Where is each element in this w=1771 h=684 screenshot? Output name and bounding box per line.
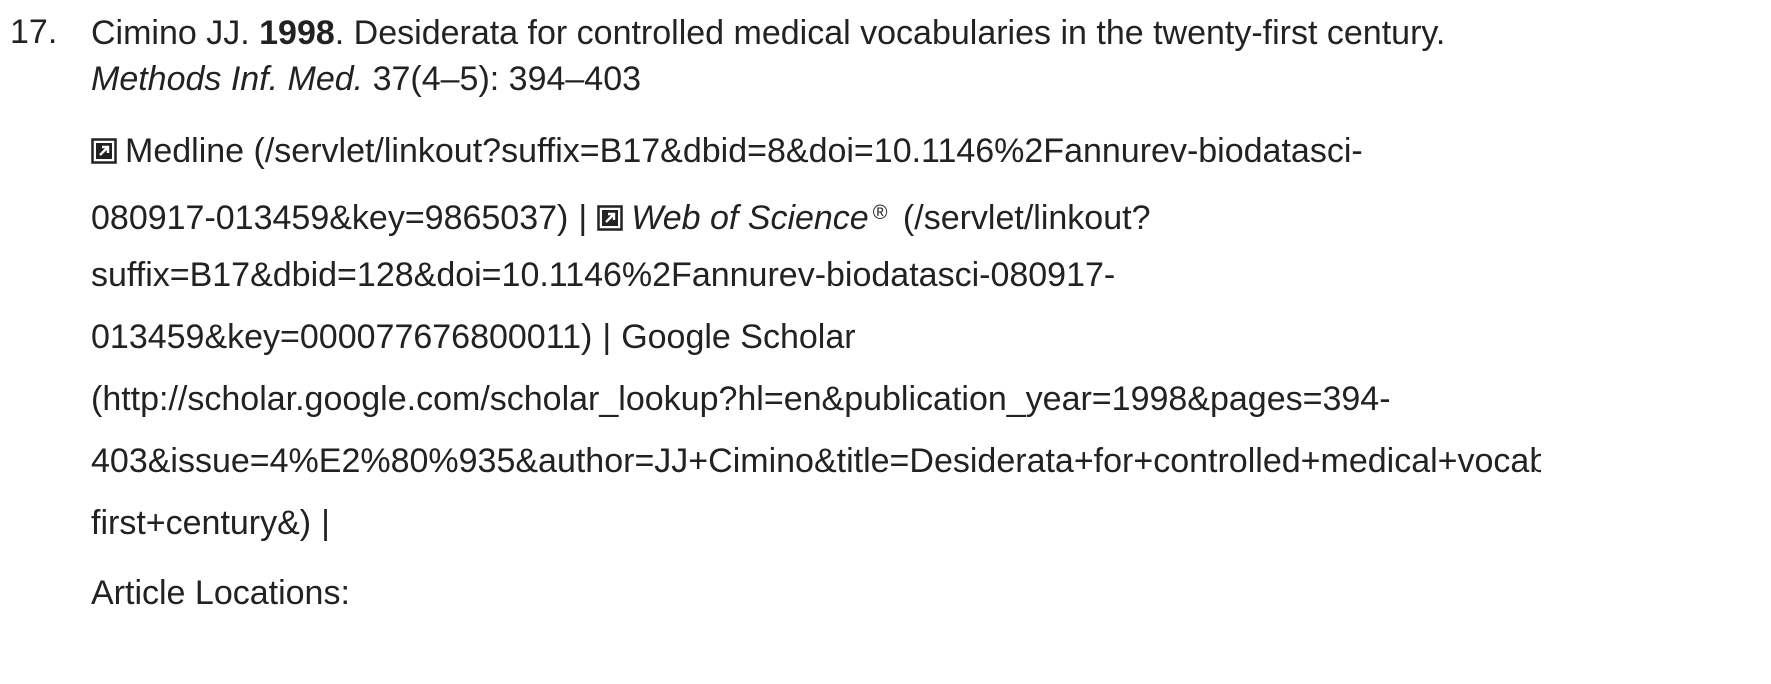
medline-url-1: (/servlet/linkout?suffix=B17&dbid=8&doi=… xyxy=(244,132,1363,170)
link-separator: | xyxy=(578,199,588,237)
link-separator: | xyxy=(321,504,330,542)
wos-url-1: (/servlet/linkout? xyxy=(893,199,1151,237)
links-line-1: Medline (/servlet/linkout?suffix=B17&dbi… xyxy=(91,120,1541,182)
article-locations-label: Article Locations: xyxy=(91,574,350,612)
medline-url-2: 080917-013459&key=9865037) xyxy=(91,199,569,237)
wos-url-2: suffix=B17&dbid=128&doi=10.1146%2Fannure… xyxy=(91,256,1116,294)
medline-link[interactable]: Medline xyxy=(125,132,244,170)
citation-title: . Desiderata for controlled medical voca… xyxy=(334,14,1446,52)
citation-author: Cimino JJ. xyxy=(91,14,260,52)
citation-journal: Methods Inf. Med. xyxy=(91,60,364,98)
web-of-science-link[interactable]: Web of Science xyxy=(631,199,869,237)
reference-number: 17. xyxy=(10,13,58,51)
external-link-icon xyxy=(91,138,117,164)
reference-links: Medline (/servlet/linkout?suffix=B17&dbi… xyxy=(91,120,1541,554)
links-line-4: 013459&key=000077676800011) | Google Schol… xyxy=(91,306,1541,368)
wos-url-3: 013459&key=000077676800011) xyxy=(91,318,593,356)
scholar-url-2: 403&issue=4%E2%80%935&author=JJ+Cimino&t… xyxy=(91,442,1541,480)
google-scholar-link[interactable]: Google Scholar xyxy=(621,318,855,356)
registered-mark: ® xyxy=(872,202,888,224)
links-line-5: (http://scholar.google.com/scholar_looku… xyxy=(91,368,1541,430)
links-line-7: first+century&) | xyxy=(91,492,1541,554)
links-line-2: 080917-013459&key=9865037) | Web of Scienc… xyxy=(91,182,1541,244)
scholar-url-3: first+century&) xyxy=(91,504,312,542)
reference-entry: 17. Cimino JJ. 1998. Desiderata for cont… xyxy=(0,0,1771,684)
reference-body: Cimino JJ. 1998. Desiderata for controll… xyxy=(91,10,1771,624)
link-separator: | xyxy=(602,318,612,356)
scholar-url-1: (http://scholar.google.com/scholar_looku… xyxy=(91,380,1391,418)
external-link-icon xyxy=(597,205,623,231)
citation-year: 1998 xyxy=(259,14,335,52)
links-line-3: suffix=B17&dbid=128&doi=10.1146%2Fannure… xyxy=(91,244,1541,306)
citation-text: Cimino JJ. 1998. Desiderata for controll… xyxy=(91,10,1771,102)
citation-volume-pages: 37(4–5): 394–403 xyxy=(363,60,642,98)
links-line-6: 403&issue=4%E2%80%935&author=JJ+Cimino&t… xyxy=(91,430,1541,492)
